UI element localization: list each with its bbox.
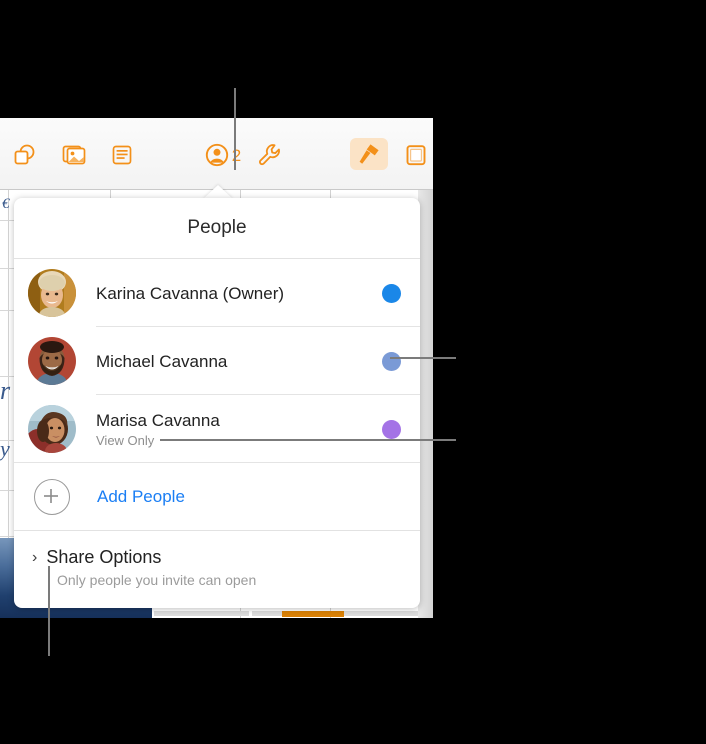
document-element (154, 611, 249, 616)
media-icon (61, 143, 87, 167)
toolbar-button-document[interactable] (400, 138, 432, 172)
toolbar-button-format[interactable] (350, 138, 388, 170)
document-glyph: r (0, 376, 11, 405)
callout-line-collaborate (234, 88, 236, 170)
document-glyph: € (2, 196, 10, 212)
callout-line-share-options (48, 566, 50, 656)
avatar-marisa-cavanna (28, 405, 76, 453)
avatar-michael-cavanna (28, 337, 76, 385)
collaborate-icon (205, 143, 229, 167)
share-options-section[interactable]: › Share Options Only people you invite c… (14, 531, 420, 588)
add-people-row[interactable]: Add People (14, 463, 420, 530)
tools-icon (257, 142, 283, 168)
shapes-icon (11, 142, 37, 168)
text-icon (110, 143, 134, 167)
share-options-label: Share Options (46, 547, 162, 567)
toolbar-button-shape[interactable] (8, 138, 40, 172)
person-row-michael[interactable]: Michael Cavanna (14, 327, 420, 395)
person-name: Marisa Cavanna (96, 410, 220, 430)
toolbar-button-collaborate[interactable]: 2 (198, 138, 248, 172)
plus-icon (34, 478, 70, 515)
person-name: Karina Cavanna (Owner) (96, 283, 285, 303)
app-toolbar: 2 (0, 118, 433, 190)
document-scroll-strip[interactable] (418, 190, 433, 618)
status-dot-karina (382, 283, 401, 303)
callout-line-michael-dot (390, 357, 456, 359)
avatar-karina-cavanna (28, 269, 76, 317)
toolbar-button-tools[interactable] (254, 138, 286, 172)
document-highlight-bar (282, 611, 344, 617)
add-people-label: Add People (97, 486, 185, 506)
people-popover: People Karina Cavanna (Owner) Michael Ca… (14, 198, 420, 608)
popover-title: People (187, 217, 247, 238)
status-dot-marisa (382, 419, 401, 439)
toolbar-button-text[interactable] (106, 138, 138, 172)
callout-line-view-only (160, 439, 456, 441)
person-text: Michael Cavanna (96, 351, 382, 372)
format-icon (357, 142, 381, 166)
chevron-right-icon[interactable]: › (32, 549, 37, 566)
popover-arrow (203, 185, 233, 199)
app-window: € r y 2 People Karina Cavanna (Owner) Mi… (0, 118, 433, 618)
person-name: Michael Cavanna (96, 351, 228, 371)
document-icon (404, 143, 428, 167)
share-options-description: Only people you invite can open (57, 572, 257, 588)
person-text: Marisa Cavanna View Only (96, 410, 382, 449)
toolbar-button-media[interactable] (58, 138, 90, 172)
document-glyph: y (0, 436, 10, 461)
divider (14, 462, 420, 463)
share-options-header[interactable]: › Share Options (32, 547, 420, 568)
person-row-marisa[interactable]: Marisa Cavanna View Only (14, 395, 420, 463)
status-dot-michael (382, 351, 401, 371)
person-row-karina[interactable]: Karina Cavanna (Owner) (14, 259, 420, 327)
person-text: Karina Cavanna (Owner) (96, 283, 382, 304)
